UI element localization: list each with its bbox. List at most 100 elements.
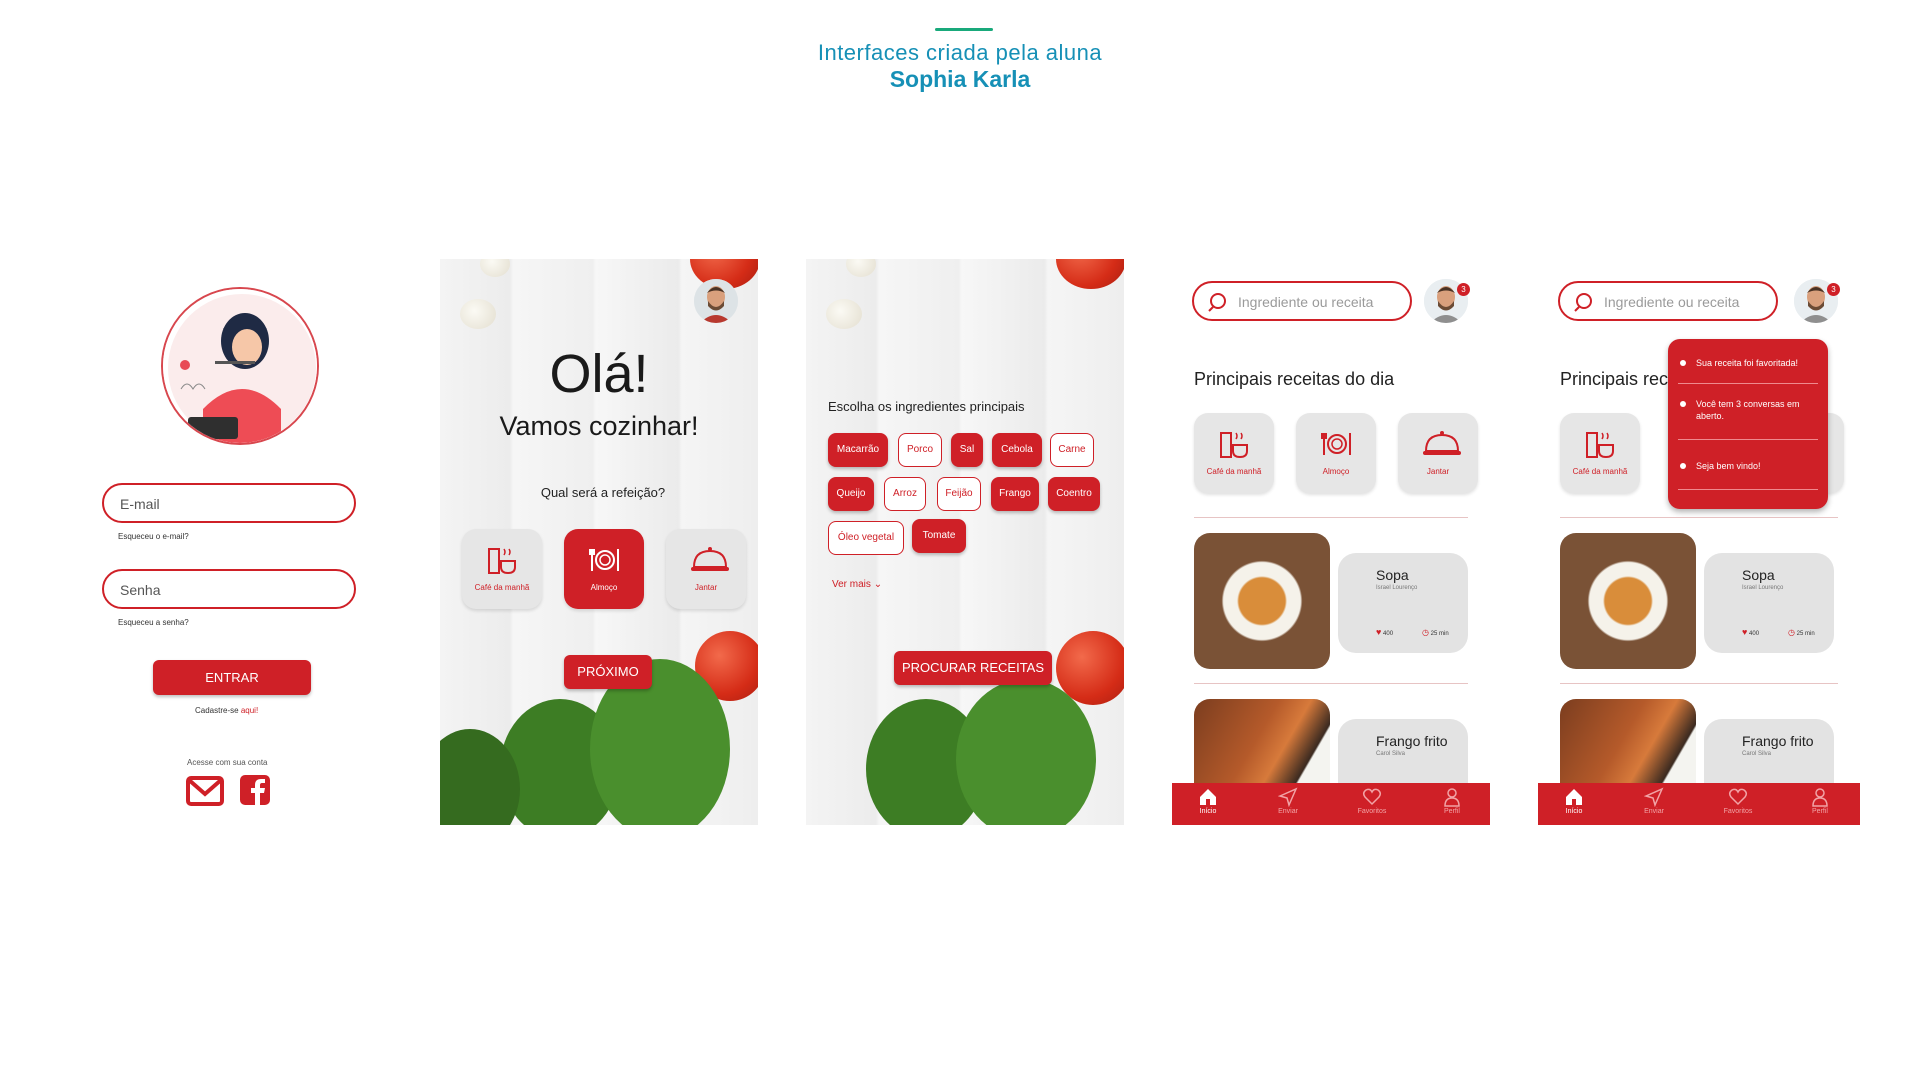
home-icon xyxy=(1566,789,1582,805)
signup-link[interactable]: aqui! xyxy=(241,706,258,715)
chip-cebola[interactable]: Cebola xyxy=(992,433,1042,467)
forgot-password-link[interactable]: Esqueceu a senha? xyxy=(118,618,189,627)
email-field[interactable]: E-mail xyxy=(102,483,356,523)
chevron-down-icon: ⌄ xyxy=(873,579,883,590)
garlic-decor xyxy=(826,299,862,329)
meal-label: Café da manhã xyxy=(1206,467,1262,476)
lunch-icon xyxy=(1321,433,1351,455)
social-login-label: Acesse com sua conta xyxy=(187,758,268,767)
bottom-nav: Início Enviar Favoritos Perfil xyxy=(1172,783,1490,825)
nav-label: Início xyxy=(1565,808,1583,815)
ingredients-title: Escolha os ingredientes principais xyxy=(828,399,1025,414)
garlic-decor xyxy=(480,259,510,277)
meal-breakfast-card[interactable]: Café da manhã xyxy=(1560,413,1640,493)
nav-perfil[interactable]: Perfil xyxy=(1422,787,1482,815)
tomato-decor xyxy=(1056,259,1124,289)
password-field[interactable]: Senha xyxy=(102,569,356,609)
heart-icon: ♥ xyxy=(1742,627,1748,637)
welcome-screen: Olá! Vamos cozinhar! Qual será a refeiçã… xyxy=(440,259,758,825)
herb-decor xyxy=(956,679,1096,825)
likes-count: 400 xyxy=(1383,631,1394,637)
meal-label: Café da manhã xyxy=(474,583,530,592)
notification-item[interactable]: Seja bem vindo! xyxy=(1696,460,1822,472)
bullet-icon xyxy=(1680,401,1686,407)
chip-coentro[interactable]: Coentro xyxy=(1048,477,1100,511)
nav-label: Enviar xyxy=(1644,808,1664,815)
signup-line: Cadastre-se aqui! xyxy=(195,706,258,715)
meal-dinner-card[interactable]: Jantar xyxy=(666,529,746,609)
password-placeholder: Senha xyxy=(120,582,161,598)
nav-perfil[interactable]: Perfil xyxy=(1790,787,1850,815)
nav-label: Enviar xyxy=(1278,808,1298,815)
chip-carne[interactable]: Carne xyxy=(1050,433,1094,467)
meal-label: Almoço xyxy=(590,583,618,592)
chip-arroz[interactable]: Arroz xyxy=(884,477,926,511)
chip-macarrao[interactable]: Macarrão xyxy=(828,433,888,467)
nav-favoritos[interactable]: Favoritos xyxy=(1708,787,1768,815)
nav-inicio[interactable]: Início xyxy=(1178,787,1238,815)
section-title: Principais rec xyxy=(1560,369,1669,389)
breakfast-icon xyxy=(1586,432,1614,459)
breakfast-icon xyxy=(488,548,516,575)
meal-breakfast-card[interactable]: Café da manhã xyxy=(462,529,542,609)
notification-item[interactable]: Você tem 3 conversas em aberto. xyxy=(1696,398,1806,422)
nav-inicio[interactable]: Início xyxy=(1544,787,1604,815)
nav-enviar[interactable]: Enviar xyxy=(1258,787,1318,815)
search-icon xyxy=(1574,293,1592,312)
notification-item[interactable]: Sua receita foi favoritada! xyxy=(1696,357,1822,369)
nav-label: Início xyxy=(1199,808,1217,815)
meal-lunch-card[interactable]: Almoço xyxy=(1296,413,1376,493)
time-value: 25 min xyxy=(1796,631,1815,637)
notification-badge[interactable]: 3 xyxy=(1827,283,1840,296)
facebook-icon[interactable] xyxy=(240,775,270,810)
search-input[interactable]: Ingrediente ou receita xyxy=(1192,281,1412,321)
user-avatar[interactable] xyxy=(694,279,738,323)
nav-favoritos[interactable]: Favoritos xyxy=(1342,787,1402,815)
chip-porco[interactable]: Porco xyxy=(898,433,942,467)
dinner-icon xyxy=(691,547,729,571)
chip-feijao[interactable]: Feijão xyxy=(937,477,981,511)
chip-tomate[interactable]: Tomate xyxy=(912,519,966,553)
notification-badge[interactable]: 3 xyxy=(1457,283,1470,296)
recipe-likes: ♥ 400 xyxy=(1742,627,1759,637)
soup-image[interactable] xyxy=(1560,533,1696,669)
lunch-icon xyxy=(589,549,619,571)
nav-enviar[interactable]: Enviar xyxy=(1624,787,1684,815)
bullet-icon xyxy=(1680,463,1686,469)
recipe-likes: ♥ 400 xyxy=(1376,627,1393,637)
chip-sal[interactable]: Sal xyxy=(951,433,983,467)
meal-breakfast-card[interactable]: Café da manhã xyxy=(1194,413,1274,493)
divider xyxy=(1194,683,1468,684)
profile-icon xyxy=(1444,788,1460,807)
next-button[interactable]: PRÓXIMO xyxy=(564,655,652,689)
search-input[interactable]: Ingrediente ou receita xyxy=(1558,281,1778,321)
meal-dinner-card[interactable]: Jantar xyxy=(1398,413,1478,493)
notifications-screen: Ingrediente ou receita 3 Principais rec … xyxy=(1538,259,1860,825)
see-more-link[interactable]: Ver mais ⌄ xyxy=(832,579,882,590)
search-recipes-button[interactable]: PROCURAR RECEITAS xyxy=(894,651,1052,685)
time-value: 25 min xyxy=(1430,631,1449,637)
recipe-name: Frango frito xyxy=(1376,733,1448,749)
email-placeholder: E-mail xyxy=(120,496,160,512)
separator xyxy=(1678,439,1818,440)
recipe-card-sopa[interactable]: Sopa Israel Lourenço ♥ 400 ◷ 25 min xyxy=(1704,553,1834,653)
heart-icon xyxy=(1362,788,1382,806)
forgot-email-link[interactable]: Esqueceu o e-mail? xyxy=(118,532,189,541)
chip-queijo[interactable]: Queijo xyxy=(828,477,874,511)
header-accent-line xyxy=(935,28,993,31)
soup-image[interactable] xyxy=(1194,533,1330,669)
clock-icon: ◷ xyxy=(1422,628,1429,637)
enter-button[interactable]: ENTRAR xyxy=(153,660,311,695)
divider xyxy=(1560,683,1838,684)
meal-lunch-card[interactable]: Almoço xyxy=(564,529,644,609)
ingredients-screen: Escolha os ingredientes principais Macar… xyxy=(806,259,1124,825)
recipe-name: Frango frito xyxy=(1742,733,1814,749)
chip-frango[interactable]: Frango xyxy=(991,477,1039,511)
recipe-card-sopa[interactable]: Sopa Israel Lourenço ♥ 400 ◷ 25 min xyxy=(1338,553,1468,653)
notifications-popup: Sua receita foi favoritada! Você tem 3 c… xyxy=(1668,339,1828,509)
search-placeholder: Ingrediente ou receita xyxy=(1604,294,1740,310)
chip-oleo-vegetal[interactable]: Óleo vegetal xyxy=(828,521,904,555)
heart-icon: ♥ xyxy=(1376,627,1382,637)
mail-icon[interactable] xyxy=(186,776,224,811)
heart-icon xyxy=(1728,788,1748,806)
